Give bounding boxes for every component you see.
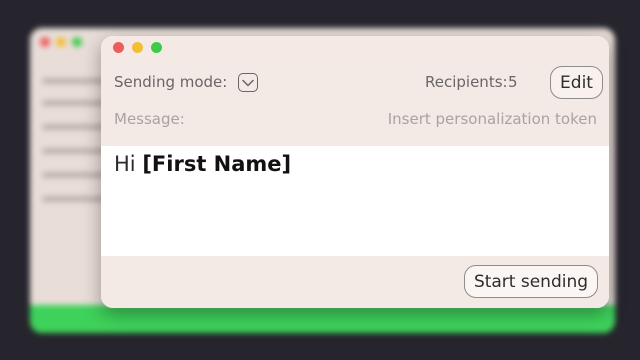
start-sending-button[interactable]: Start sending [464, 265, 598, 298]
edit-recipients-button[interactable]: Edit [550, 66, 603, 99]
chevron-down-icon [242, 79, 254, 86]
title-bar [101, 36, 609, 60]
composer-window: Sending mode: Recipients: 5 Edit Message… [101, 36, 609, 308]
bg-close-dot [40, 37, 50, 47]
zoom-button[interactable] [151, 42, 162, 53]
insert-token-link[interactable]: Insert personalization token [388, 110, 597, 128]
message-label: Message: [114, 110, 185, 128]
recipients-label: Recipients: [425, 73, 508, 91]
sending-mode-dropdown[interactable] [238, 73, 258, 92]
minimize-button[interactable] [132, 42, 143, 53]
close-button[interactable] [113, 42, 124, 53]
sending-mode-label: Sending mode: [114, 73, 228, 91]
recipients-count: 5 [508, 73, 518, 91]
greeting-text: Hi [114, 152, 136, 176]
bg-green-bar [30, 305, 615, 333]
bg-minimize-dot [56, 37, 66, 47]
bg-zoom-dot [72, 37, 82, 47]
message-content[interactable]: Hi [First Name] [114, 152, 291, 176]
personalization-token[interactable]: [First Name] [142, 152, 291, 176]
